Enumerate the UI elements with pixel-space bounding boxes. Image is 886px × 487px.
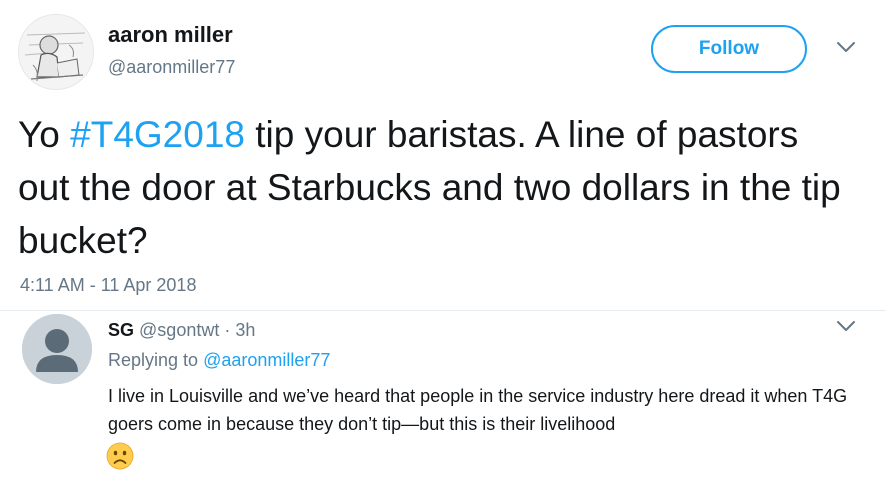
replying-to-mention-link[interactable]: @aaronmiller77 [203, 350, 330, 370]
replying-prefix: Replying to [108, 350, 204, 370]
reply-avatar[interactable] [22, 314, 92, 384]
hashtag-link[interactable]: #T4G2018 [70, 114, 245, 155]
reply-time[interactable]: 3h [235, 320, 255, 340]
tweet-text-before: Yo [18, 114, 71, 155]
tweet-menu-chevron-down-icon[interactable] [836, 40, 856, 54]
tweet-timestamp[interactable]: 4:11 AM - 11 Apr 2018 [20, 275, 196, 296]
author-handle[interactable]: @aaronmiller77 [108, 57, 235, 78]
replying-to: Replying to @aaronmiller77 [108, 350, 330, 371]
tweet-text: Yo #T4G2018 tip your baristas. A line of… [18, 108, 858, 267]
follow-button[interactable]: Follow [651, 25, 807, 73]
sketch-avatar-icon [19, 15, 93, 89]
divider [0, 310, 886, 311]
default-avatar-icon [22, 314, 92, 384]
reply-author-name[interactable]: SG [108, 320, 134, 340]
slightly-frowning-face-icon [106, 442, 134, 470]
author-name[interactable]: aaron miller [108, 22, 233, 48]
reply-text: I live in Louisville and we’ve heard tha… [108, 386, 848, 434]
reply-separator: · [224, 320, 231, 340]
author-avatar[interactable] [18, 14, 94, 90]
reply-header: SG @sgontwt · 3h [108, 320, 255, 341]
reply-menu-chevron-down-icon[interactable] [836, 319, 856, 333]
reply-author-handle[interactable]: @sgontwt [139, 320, 219, 340]
